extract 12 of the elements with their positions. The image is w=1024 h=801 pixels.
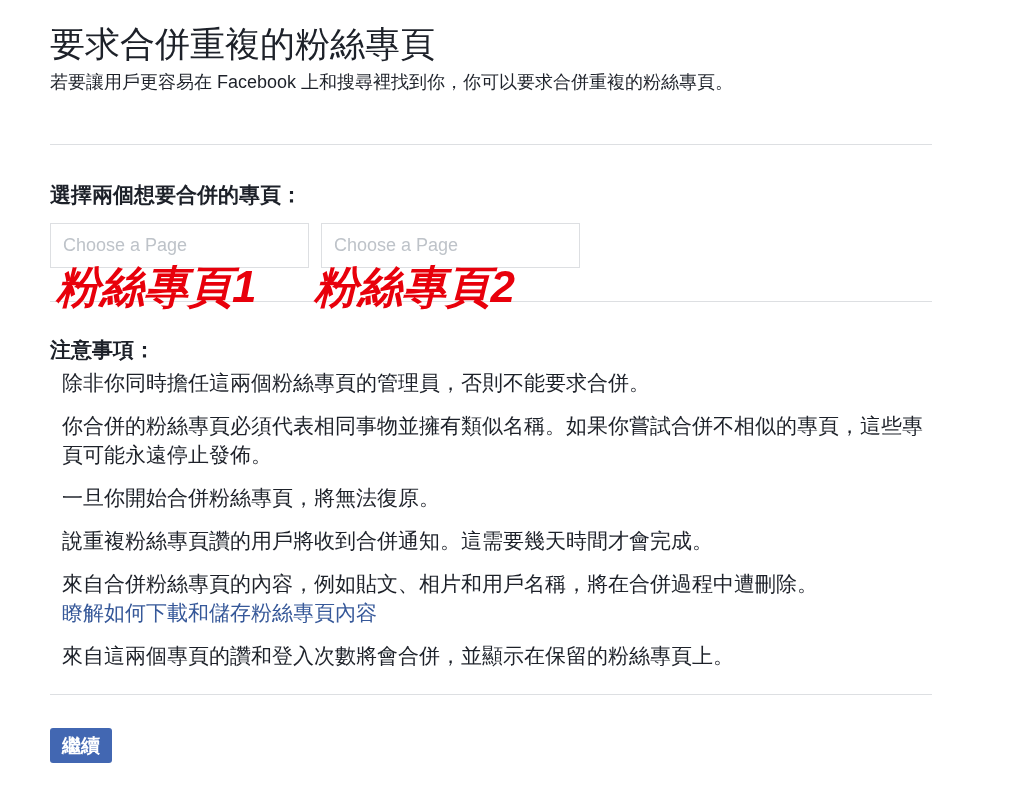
note-text: 來自合併粉絲專頁的內容，例如貼文、相片和用戶名稱，將在合併過程中遭刪除。 瞭解如何下載和儲存粉絲專頁內容 bbox=[62, 571, 819, 626]
continue-button[interactable]: 繼續 bbox=[50, 728, 112, 763]
section-heading: 選擇兩個想要合併的專頁： bbox=[50, 182, 303, 208]
note-text: 一旦你開始合併粉絲專頁，將無法復原。 bbox=[62, 485, 441, 511]
note-text: 說重複粉絲專頁讚的用戶將收到合併通知。這需要幾天時間才會完成。 bbox=[62, 528, 714, 554]
note-text: 你合併的粉絲專頁必須代表相同事物並擁有類似名稱。如果你嘗試合併不相似的專頁，這些專頁可能永遠停止發佈。 bbox=[62, 413, 924, 468]
help-link[interactable]: 瞭解如何下載和儲存粉絲專頁內容 bbox=[62, 601, 377, 624]
notes-heading: 注意事項： bbox=[50, 337, 156, 363]
page-title: 要求合併重複的粉絲專頁 bbox=[50, 23, 436, 65]
page-description: 若要讓用戶更容易在 Facebook 上和搜尋裡找到你，你可以要求合併重複的粉絲專頁。 bbox=[50, 71, 735, 94]
note-text: 除非你同時擔任這兩個粉絲專頁的管理員，否則不能要求合併。 bbox=[62, 370, 651, 396]
note-text: 來自這兩個專頁的讚和登入次數將會合併，並顯示在保留的粉絲專頁上。 bbox=[62, 643, 735, 669]
